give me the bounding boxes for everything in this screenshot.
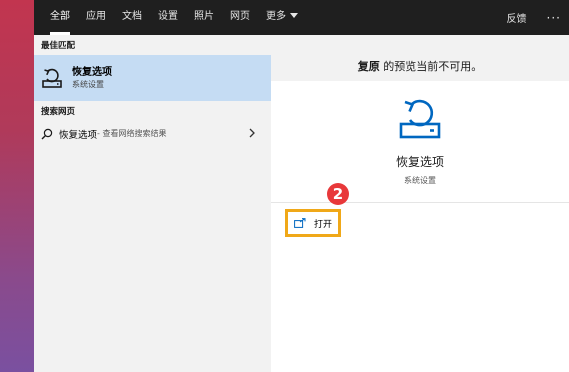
- step-number-badge: 2: [327, 183, 349, 205]
- search-scope-bar: 全部 应用 文档 设置 照片 网页 更多 反馈 ···: [34, 0, 569, 35]
- chevron-right-icon[interactable]: [247, 128, 257, 138]
- preview-unavailable-message: 复原 的预览当前不可用。: [271, 35, 569, 81]
- preview-unavailable-text: 的预览当前不可用。: [379, 60, 483, 73]
- preview-app-title: 恢复选项: [395, 155, 444, 169]
- best-match-subtitle: 系统设置: [72, 79, 104, 89]
- restore-icon: [42, 68, 62, 88]
- web-search-label: 恢复选项: [59, 129, 98, 141]
- tab-settings[interactable]: 设置: [150, 0, 186, 35]
- preview-pane: 复原 的预览当前不可用。 恢复选项 系统设置 2 打开: [271, 35, 569, 372]
- more-options-button[interactable]: ···: [547, 11, 561, 25]
- topbar-actions: 反馈 ···: [507, 0, 561, 35]
- preview-query: 复原: [357, 60, 380, 73]
- tab-more-label: 更多: [266, 11, 286, 22]
- best-match-item[interactable]: 恢复选项 系统设置: [34, 55, 271, 101]
- best-match-name: 恢复选项: [72, 66, 112, 78]
- tab-more[interactable]: 更多: [258, 0, 306, 35]
- search-panel: 全部 应用 文档 设置 照片 网页 更多 反馈 ··· 最佳匹配 恢复选项 系统…: [34, 0, 569, 372]
- tab-web[interactable]: 网页: [222, 0, 258, 35]
- preview-app-subtitle: 系统设置: [404, 176, 436, 185]
- tab-photos[interactable]: 照片: [186, 0, 222, 35]
- preview-app-card: 恢复选项 系统设置: [271, 81, 569, 203]
- web-search-header: 搜索网页: [41, 107, 76, 117]
- web-search-hint: - 查看网络搜索结果: [97, 129, 167, 138]
- tab-documents[interactable]: 文档: [114, 0, 150, 35]
- search-icon: [41, 128, 53, 139]
- feedback-button[interactable]: 反馈: [507, 10, 527, 25]
- desktop-background: [0, 0, 34, 372]
- tab-apps[interactable]: 应用: [78, 0, 114, 35]
- open-app-icon: [294, 218, 306, 228]
- web-search-item[interactable]: 恢复选项 - 查看网络搜索结果: [34, 121, 271, 146]
- tab-all[interactable]: 全部: [42, 0, 78, 35]
- chevron-down-icon: [290, 13, 298, 18]
- restore-icon: [399, 99, 441, 139]
- results-list: 最佳匹配 恢复选项 系统设置 搜索网页 恢复选项 - 查看网络搜索结果: [34, 35, 271, 372]
- open-button-label: 打开: [314, 219, 333, 230]
- open-button[interactable]: 打开: [285, 209, 341, 237]
- best-match-header: 最佳匹配: [41, 41, 76, 51]
